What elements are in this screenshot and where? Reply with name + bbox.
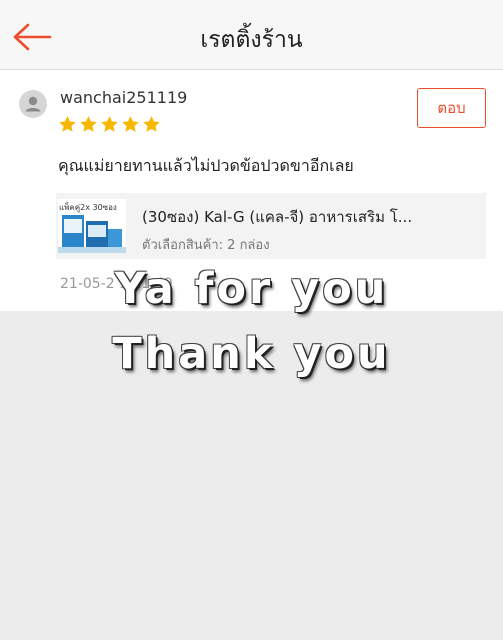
- reply-button[interactable]: ตอบ: [417, 88, 486, 128]
- product-variation: ตัวเลือกสินค้า: 2 กล่อง: [142, 238, 270, 253]
- user-avatar-icon[interactable]: [19, 90, 47, 118]
- star-icon: [80, 116, 97, 132]
- product-row[interactable]: แพ็คคู่2x 30ซอง (30ซอง) Kal-G (แคล-จี) อ…: [56, 193, 486, 259]
- page-title: เรตติ้งร้าน: [200, 27, 303, 53]
- star-icon: [122, 116, 139, 132]
- star-icon: [59, 116, 76, 132]
- star-icon: [101, 116, 118, 132]
- product-name: (30ซอง) Kal-G (แคล-จี) อาหารเสริม โ...: [142, 208, 413, 226]
- thumbnail-caption: แพ็คคู่2x 30ซอง: [59, 203, 117, 212]
- overlay-text-line-2: Thank you: [112, 329, 391, 379]
- review-comment: คุณแม่ยายทานแล้วไม่ปวดข้อปวดขาอีกเลย: [58, 156, 354, 175]
- product-thumbnail: แพ็คคู่2x 30ซอง: [58, 199, 126, 253]
- person-icon: [25, 96, 41, 112]
- overlay-text-line-1: Ya for you: [114, 264, 389, 314]
- star-icon: [143, 116, 160, 132]
- app-header: เรตติ้งร้าน: [0, 0, 503, 70]
- star-rating: [58, 115, 161, 134]
- reviewer-username: wanchai251119: [60, 88, 188, 107]
